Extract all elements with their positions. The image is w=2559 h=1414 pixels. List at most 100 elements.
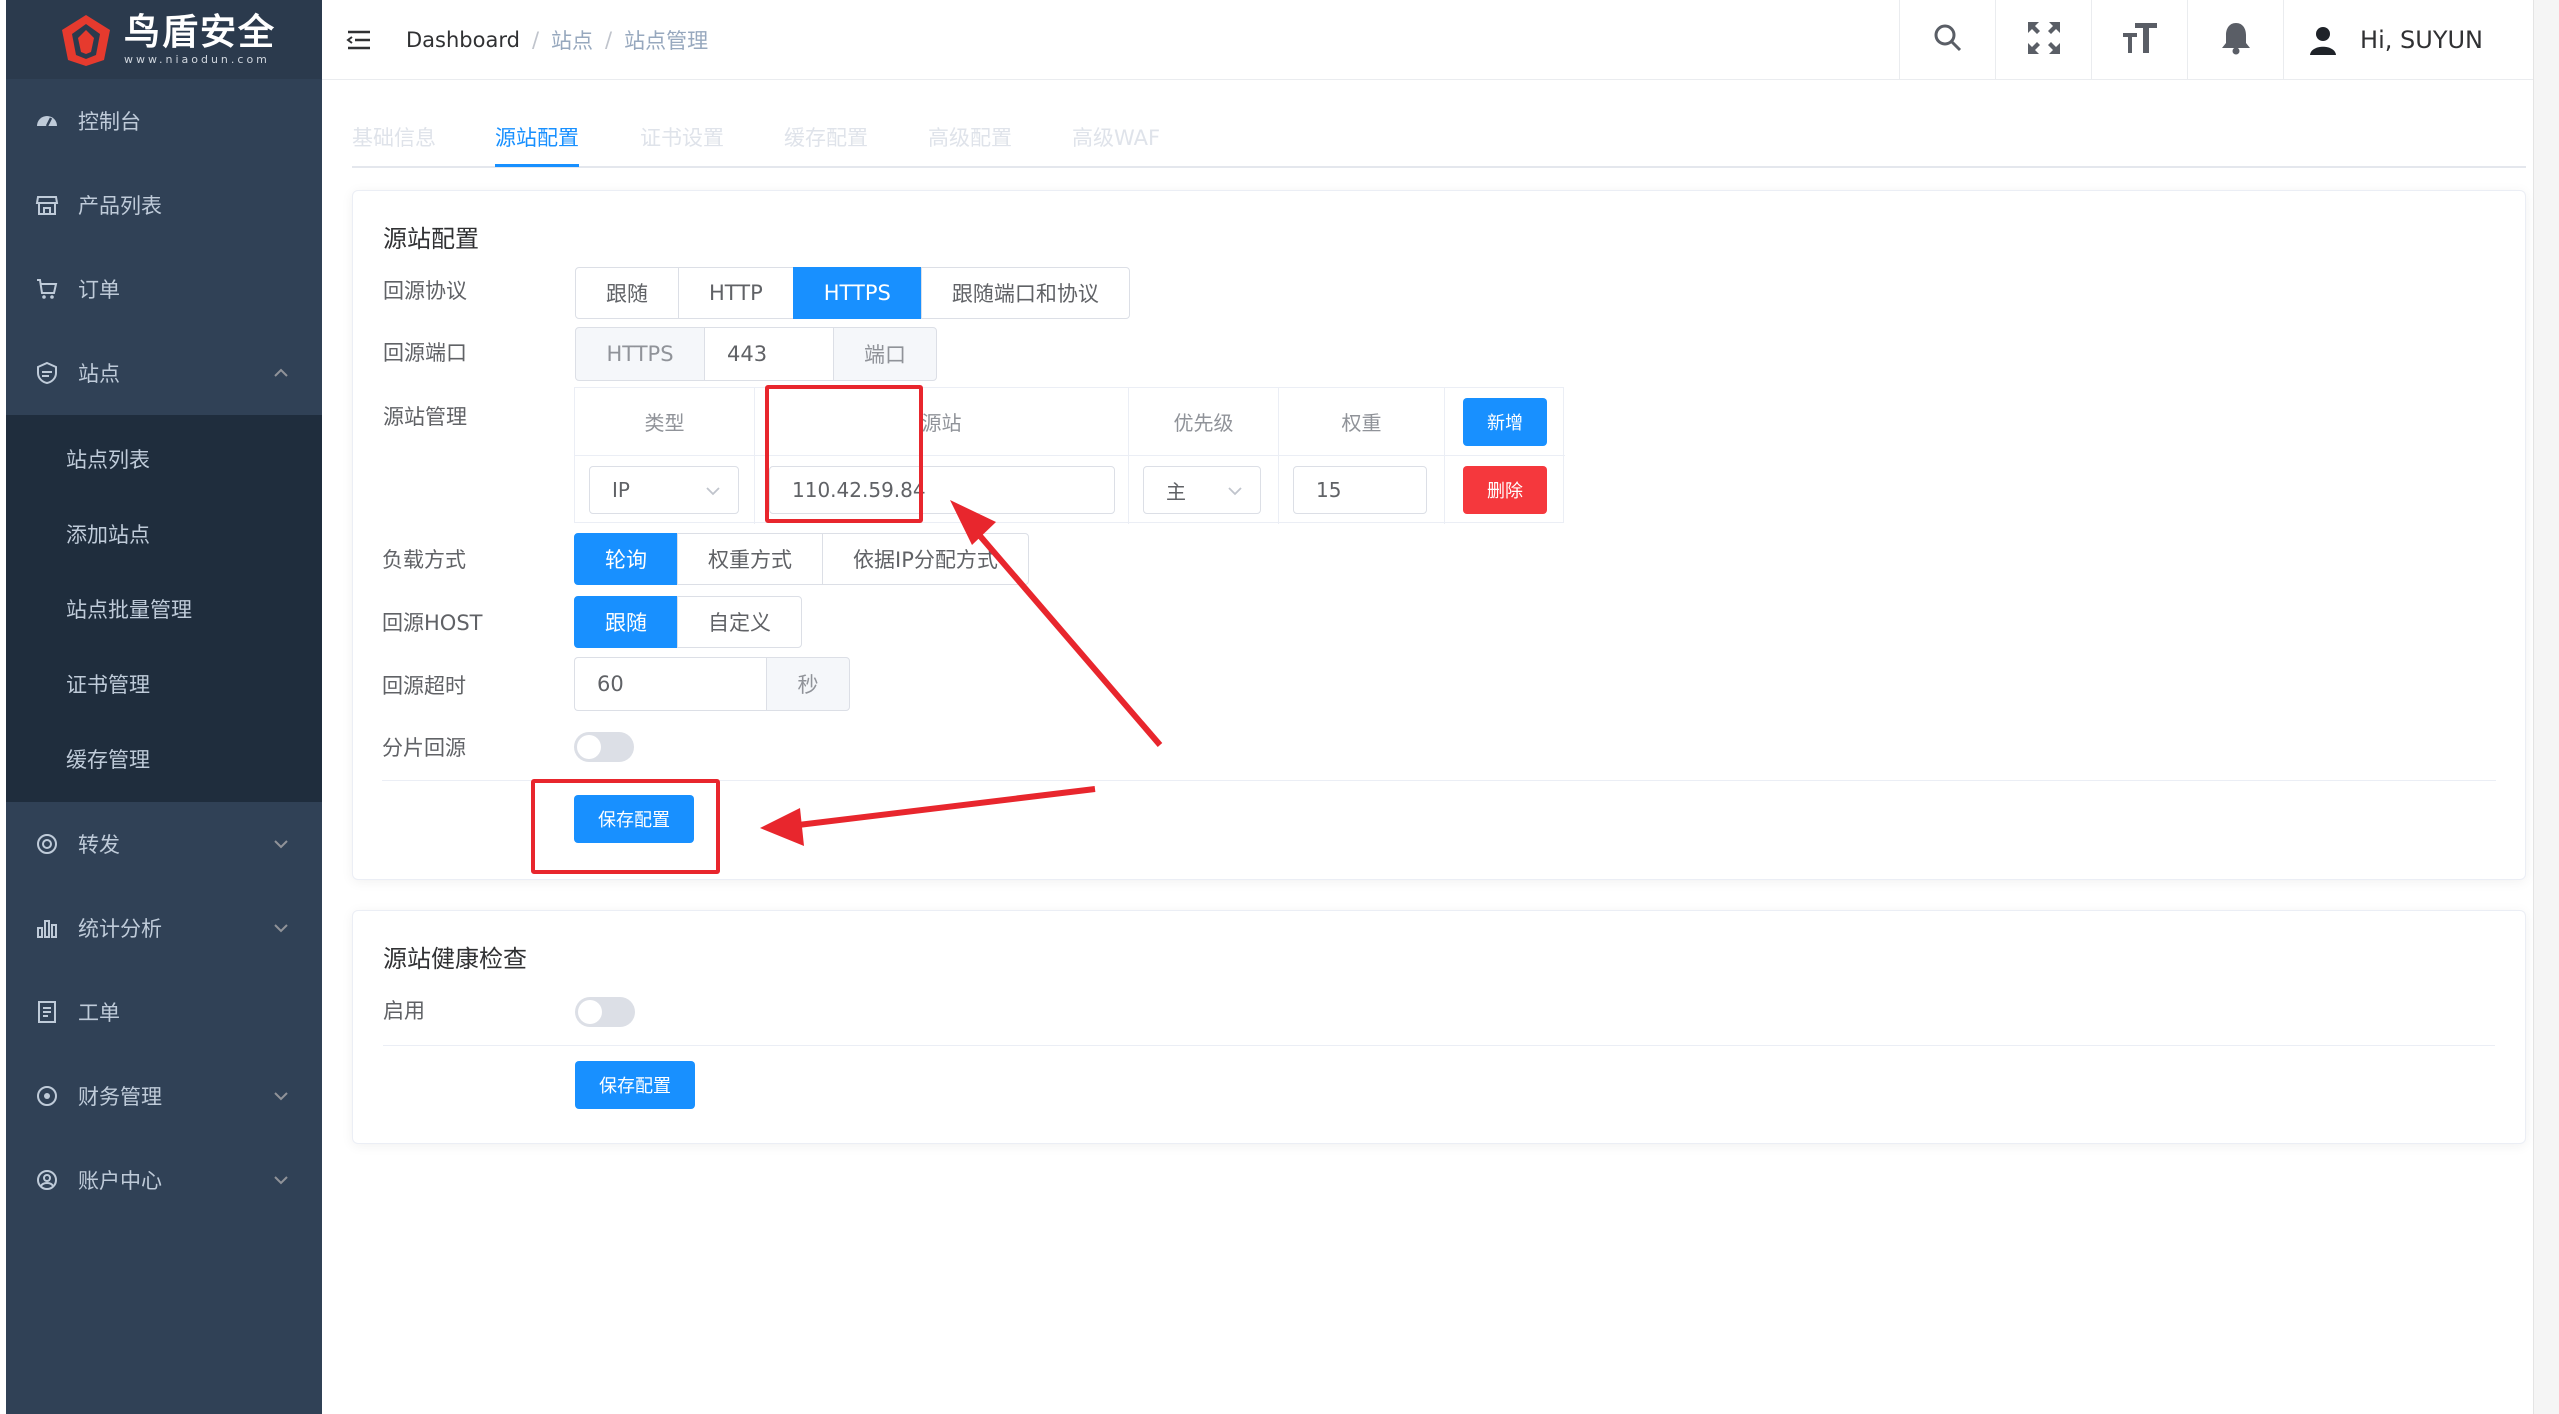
tab-cache-config[interactable]: 缓存配置 <box>784 120 868 156</box>
breadcrumb-sites[interactable]: 站点 <box>551 25 593 55</box>
brand-logo[interactable]: 鸟盾安全 www.niaodun.com <box>6 0 322 79</box>
font-size-button[interactable] <box>2091 0 2187 80</box>
menu-toggle-icon[interactable] <box>346 27 372 53</box>
column-header-type: 类型 <box>575 388 755 456</box>
tab-origin-config[interactable]: 源站配置 <box>495 120 579 167</box>
sidebar-item-label: 控制台 <box>78 110 141 134</box>
sidebar-item-analytics[interactable]: 统计分析 <box>6 886 322 970</box>
sidebar-subitem-certificates[interactable]: 证书管理 <box>6 646 322 721</box>
table-cell-weight: 15 <box>1279 456 1445 524</box>
timeout-input[interactable]: 60 <box>574 657 766 711</box>
sidebar-subitem-add-site[interactable]: 添加站点 <box>6 496 322 571</box>
site-icon <box>34 360 60 386</box>
add-origin-button[interactable]: 新增 <box>1463 397 1547 446</box>
port-input[interactable]: 443 <box>705 327 833 381</box>
health-divider <box>383 1045 2495 1046</box>
host-custom-button[interactable]: 自定义 <box>677 596 802 648</box>
breadcrumb-separator: / <box>605 27 613 52</box>
host-follow-button[interactable]: 跟随 <box>574 596 678 648</box>
host-label: 回源HOST <box>382 611 483 635</box>
balance-label: 负载方式 <box>382 548 466 572</box>
config-tabs: 基础信息 源站配置 证书设置 缓存配置 高级配置 高级WAF <box>352 120 2526 168</box>
sidebar: 鸟盾安全 www.niaodun.com 控制台 产品列表 订单 站点 站点列表… <box>6 0 322 1414</box>
protocol-http-button[interactable]: HTTP <box>678 267 794 319</box>
search-icon <box>1933 23 1963 57</box>
sidebar-subitem-site-list[interactable]: 站点列表 <box>6 421 322 496</box>
sidebar-item-orders[interactable]: 订单 <box>6 247 322 331</box>
sidebar-item-label: 转发 <box>78 833 120 857</box>
timeout-label: 回源超时 <box>382 674 466 698</box>
tab-basic-info[interactable]: 基础信息 <box>352 120 436 156</box>
origin-config-title: 源站配置 <box>383 225 479 253</box>
protocol-label: 回源协议 <box>383 279 467 303</box>
table-cell-priority: 主 <box>1129 456 1279 524</box>
sidebar-item-products[interactable]: 产品列表 <box>6 163 322 247</box>
finance-icon <box>34 1083 60 1109</box>
chevron-down-icon <box>1226 481 1244 499</box>
protocol-follow-button[interactable]: 跟随 <box>575 267 679 319</box>
delete-origin-button[interactable]: 删除 <box>1463 466 1547 514</box>
weight-input[interactable]: 15 <box>1293 466 1427 514</box>
sidebar-item-label: 账户中心 <box>78 1169 162 1193</box>
bell-icon <box>2220 21 2252 59</box>
origin-type-value: IP <box>612 478 630 502</box>
balance-weight-button[interactable]: 权重方式 <box>677 533 823 585</box>
chunk-switch[interactable] <box>574 732 634 762</box>
table-cell-type: IP <box>575 456 755 524</box>
breadcrumb-site-manage: 站点管理 <box>624 28 709 53</box>
chunk-label: 分片回源 <box>382 736 466 760</box>
protocol-https-button[interactable]: HTTPS <box>792 267 922 319</box>
health-save-button[interactable]: 保存配置 <box>575 1061 695 1109</box>
sidebar-subitem-batch-manage[interactable]: 站点批量管理 <box>6 571 322 646</box>
balance-round-robin-button[interactable]: 轮询 <box>574 533 678 585</box>
host-button-group: 跟随 自定义 <box>574 596 802 648</box>
port-label: 回源端口 <box>383 341 467 365</box>
user-greeting: Hi, SUYUN <box>2360 26 2483 54</box>
sidebar-item-tickets[interactable]: 工单 <box>6 970 322 1054</box>
tab-advanced-config[interactable]: 高级配置 <box>928 120 1012 156</box>
health-enable-switch[interactable] <box>575 997 635 1027</box>
port-suffix: 端口 <box>833 327 937 381</box>
health-check-title: 源站健康检查 <box>383 945 527 973</box>
fullscreen-button[interactable] <box>1995 0 2091 80</box>
search-button[interactable] <box>1899 0 1995 80</box>
dashboard-icon <box>34 108 60 134</box>
tab-certificate[interactable]: 证书设置 <box>640 120 724 156</box>
column-header-weight: 权重 <box>1279 388 1445 456</box>
port-prefix: HTTPS <box>575 327 705 381</box>
page-scrollbar[interactable] <box>2533 0 2559 1414</box>
table-cell-actions: 删除 <box>1445 456 1565 524</box>
chevron-down-icon <box>704 481 722 499</box>
sidebar-subitem-cache[interactable]: 缓存管理 <box>6 721 322 796</box>
chevron-down-icon <box>270 833 292 855</box>
protocol-button-group: 跟随 HTTP HTTPS 跟随端口和协议 <box>575 267 1130 319</box>
sidebar-item-account[interactable]: 账户中心 <box>6 1138 322 1222</box>
font-size-icon <box>2121 21 2159 59</box>
notification-button[interactable] <box>2187 0 2283 80</box>
user-menu[interactable]: Hi, SUYUN <box>2283 0 2533 80</box>
origin-type-select[interactable]: IP <box>589 466 739 514</box>
brand-logo-icon <box>58 12 114 68</box>
protocol-follow-port-button[interactable]: 跟随端口和协议 <box>920 267 1130 319</box>
breadcrumb-dashboard[interactable]: Dashboard <box>406 28 520 52</box>
sidebar-item-sites[interactable]: 站点 <box>6 331 322 415</box>
sidebar-item-label: 订单 <box>78 278 120 302</box>
sidebar-item-forward[interactable]: 转发 <box>6 802 322 886</box>
balance-ip-hash-button[interactable]: 依据IP分配方式 <box>822 533 1029 585</box>
account-icon <box>34 1167 60 1193</box>
sidebar-item-label: 工单 <box>78 1001 120 1025</box>
priority-value: 主 <box>1166 479 1186 504</box>
priority-select[interactable]: 主 <box>1143 466 1261 514</box>
sidebar-item-finance[interactable]: 财务管理 <box>6 1054 322 1138</box>
forward-icon <box>34 831 60 857</box>
chevron-up-icon <box>270 362 292 384</box>
health-check-card: 源站健康检查 启用 保存配置 <box>352 910 2526 1144</box>
sidebar-item-label: 站点 <box>78 362 120 386</box>
origin-table: 类型 源站 优先级 权重 新增 IP 110.42.59.84 主 15 删除 <box>574 387 1565 524</box>
chevron-down-icon <box>270 1169 292 1191</box>
sidebar-item-dashboard[interactable]: 控制台 <box>6 79 322 163</box>
store-icon <box>34 192 60 218</box>
column-header-priority: 优先级 <box>1129 388 1279 456</box>
tab-advanced-waf[interactable]: 高级WAF <box>1072 120 1160 156</box>
brand-domain: www.niaodun.com <box>124 53 270 66</box>
